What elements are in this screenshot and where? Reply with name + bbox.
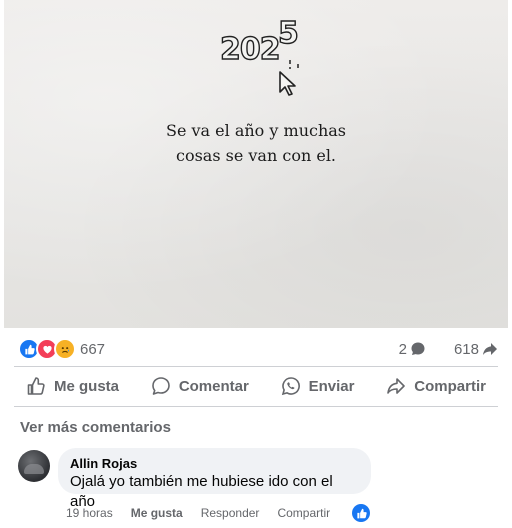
quote-line-2: cosas se van con el. [175,146,337,165]
share-icon [387,378,406,394]
reactions-summary: 667 2 618 [18,338,498,360]
divider [14,406,498,407]
post-image[interactable]: 202 5 Se va el año y muchas cosas se van… [4,0,508,328]
year-last-digit: 5 [277,15,299,51]
commenter-avatar[interactable] [18,450,50,482]
comment-share-button[interactable]: Compartir [277,506,330,520]
comment-like-reaction-icon[interactable] [352,504,370,522]
comment-like-button[interactable]: Me gusta [131,506,183,520]
shares-count: 618 [453,340,479,358]
reactions-count-button[interactable]: 667 [18,338,105,360]
like-button-label: Me gusta [54,377,120,395]
cursor-icon [279,60,299,96]
engagement-stats: 2 618 [399,341,498,358]
comments-count: 2 [398,340,407,358]
comment-author[interactable]: Allin Rojas [70,456,359,472]
reactions-count: 667 [80,340,106,358]
share-button[interactable]: Compartir [386,376,486,396]
thumbs-up-icon [27,377,45,395]
comments-count-button[interactable]: 2 [399,341,426,358]
send-button-label: Enviar [308,377,355,395]
quote-line-1: Se va el año y muchas [165,121,347,140]
shares-count-button[interactable]: 618 [454,341,498,358]
share-button-label: Compartir [414,377,486,395]
comment-icon [152,377,170,395]
year-digits: 202 [219,31,281,67]
send-button[interactable]: Enviar [281,376,355,396]
whatsapp-icon [281,377,300,396]
share-arrow-icon [483,343,497,355]
comment-bubble: Allin Rojas Ojalá yo también me hubiese … [58,448,371,510]
post-actions: Me gusta Comentar Enviar Compartir [14,368,498,404]
comment-meta: 19 horas Me gusta Responder Compartir [66,506,330,520]
comment-button[interactable]: Comentar [151,376,249,396]
post-quote: Se va el año y muchas cosas se van con e… [4,118,508,168]
divider [14,366,498,367]
comment-bubble-icon [411,342,425,355]
sad-reaction-icon [54,338,76,360]
reaction-icons [18,338,76,360]
comment-time[interactable]: 19 horas [66,506,113,520]
year-2025-artwork: 202 5 [219,15,310,108]
comment-button-label: Comentar [178,377,249,395]
comment-reply-button[interactable]: Responder [201,506,260,520]
like-button[interactable]: Me gusta [26,376,119,396]
view-more-comments-link[interactable]: Ver más comentarios [20,419,171,436]
